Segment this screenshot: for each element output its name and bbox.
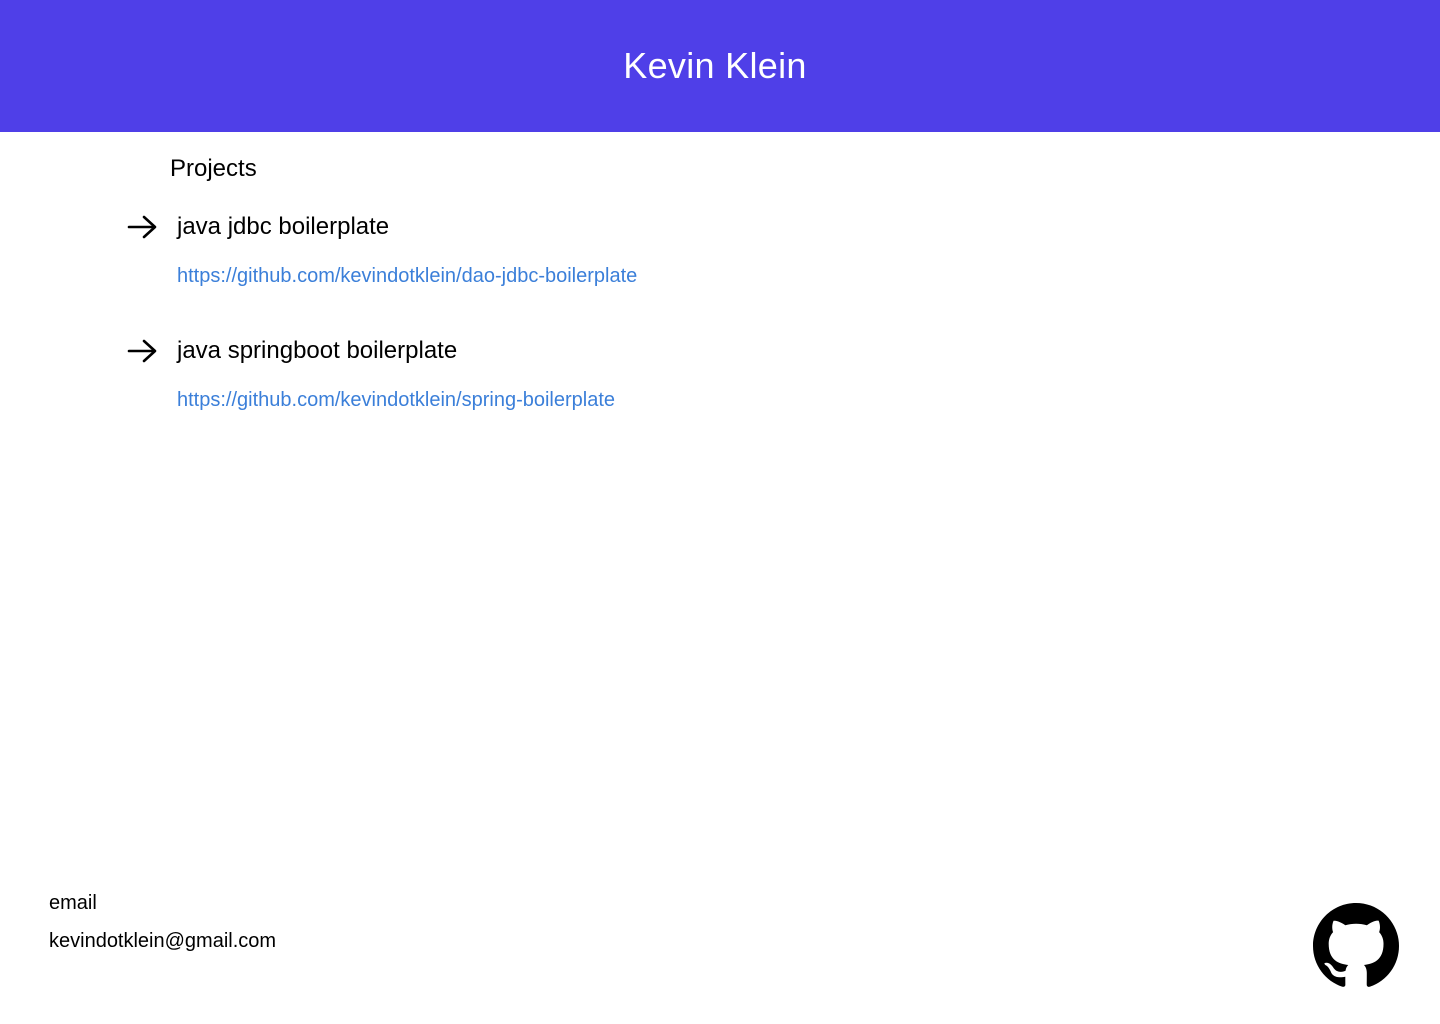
email-label: email [49,892,97,914]
project-item: java springboot boilerplate https://gith… [126,335,926,413]
page: Kevin Klein Projects java jdbc boilerpla… [0,0,1440,1024]
email-address[interactable]: kevindotklein@gmail.com [49,928,276,954]
project-title: java jdbc boilerplate [177,213,390,240]
arrow-right-icon [127,339,157,363]
github-icon[interactable] [1313,903,1399,989]
project-title-row: java springboot boilerplate [126,335,926,367]
arrow-right-icon [127,215,157,239]
site-header: Kevin Klein [0,0,1440,132]
project-link[interactable]: https://github.com/kevindotklein/dao-jdb… [177,263,926,289]
project-title-row: java jdbc boilerplate [126,211,926,243]
project-title: java springboot boilerplate [177,337,458,364]
project-item: java jdbc boilerplate https://github.com… [126,211,926,289]
site-title: Kevin Klein [623,45,807,86]
projects-heading: Projects [170,155,257,182]
project-link[interactable]: https://github.com/kevindotklein/spring-… [177,387,926,413]
